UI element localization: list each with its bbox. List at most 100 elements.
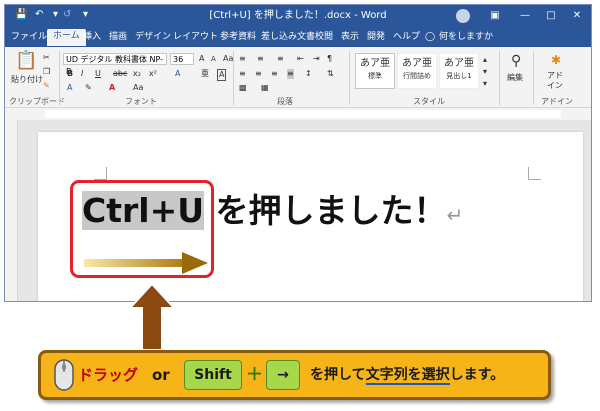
instruction-text: を押して文字列を選択します。 — [310, 365, 504, 385]
tab-insert[interactable]: 挿入 — [83, 30, 101, 47]
tab-layout[interactable]: レイアウト — [173, 30, 218, 47]
bullets-icon[interactable]: ≡ — [239, 54, 246, 64]
underline-button[interactable]: U — [95, 69, 101, 79]
bold-button[interactable]: B — [67, 69, 73, 79]
vertical-ruler[interactable] — [5, 120, 18, 301]
maximize-icon[interactable]: □ — [543, 8, 559, 24]
paste-label[interactable]: 貼り付け — [11, 75, 43, 85]
style-name: 行間詰め — [403, 72, 431, 80]
mouse-icon — [54, 359, 74, 391]
lightbulb-icon: ◯ — [425, 32, 436, 42]
show-marks-icon[interactable]: ¶ — [327, 54, 332, 64]
tab-review[interactable]: 校閲 — [315, 30, 333, 47]
text-effects-icon[interactable]: A — [67, 83, 72, 93]
tab-help[interactable]: ヘルプ — [393, 30, 420, 47]
instruction-target: 文字列を選択 — [365, 367, 450, 385]
case-icon[interactable]: Aa — [133, 83, 143, 93]
tab-home[interactable]: ホーム — [47, 29, 86, 46]
tell-me-input[interactable]: 何をしますか — [439, 30, 493, 47]
align-left-icon[interactable]: ≡ — [239, 69, 246, 79]
shading-icon[interactable]: ▩ — [239, 83, 247, 93]
font-group-label: フォント — [125, 97, 157, 106]
styles-more-icon[interactable]: ▾ — [483, 79, 487, 89]
separator — [499, 51, 500, 105]
ribbon-display-icon[interactable]: ▣ — [487, 8, 503, 24]
style-name: 標準 — [368, 72, 382, 80]
phonetic-guide-button[interactable]: 亜 — [201, 69, 209, 79]
format-painter-icon[interactable]: ✎ — [43, 81, 50, 91]
ribbon-tabs: ファイル ホーム 挿入 描画 デザイン レイアウト 参考資料 差し込み文書 校閲… — [5, 27, 591, 47]
addins-label[interactable]: アド イン — [547, 71, 563, 91]
instruction-post: します。 — [449, 367, 505, 383]
borders-icon[interactable]: ▦ — [261, 83, 269, 93]
margin-marker — [94, 167, 107, 180]
drag-arrow-icon — [84, 252, 208, 274]
minimize-icon[interactable]: — — [517, 8, 533, 24]
margin-marker — [528, 167, 541, 180]
style-heading1[interactable]: あア亜 見出し1 — [439, 53, 479, 89]
style-preview: あア亜 — [360, 58, 390, 69]
line-spacing-icon[interactable]: ↕ — [305, 69, 312, 79]
align-right-icon[interactable]: ≡ — [271, 69, 278, 79]
grow-font-button[interactable]: A — [199, 54, 204, 64]
search-icon[interactable]: ⚲ — [511, 53, 521, 69]
cut-icon[interactable]: ✂ — [43, 53, 50, 63]
tab-view[interactable]: 表示 — [341, 30, 359, 47]
strikethrough-button[interactable]: abc — [113, 69, 127, 79]
font-size-input[interactable]: 36 — [170, 53, 194, 65]
addins-group-label: アドイン — [541, 97, 573, 106]
tab-mailings[interactable]: 差し込み文書 — [261, 30, 315, 47]
font-color-icon[interactable]: A — [109, 83, 115, 93]
paragraph-group-label: 段落 — [277, 97, 293, 106]
subscript-button[interactable]: x₂ — [133, 69, 141, 79]
tab-developer[interactable]: 開発 — [367, 30, 385, 47]
editing-label[interactable]: 編集 — [507, 73, 523, 83]
char-border-button[interactable]: A — [217, 69, 227, 81]
ribbon: 📋 貼り付け ✂ ❐ ✎ クリップボード UD デジタル 教科書体 NP-B 3… — [5, 47, 591, 108]
close-icon[interactable]: ✕ — [569, 8, 585, 24]
window-title: [Ctrl+U] を押しました！.docx - Word — [209, 10, 387, 21]
drag-label: ドラッグ — [78, 366, 139, 384]
numbering-icon[interactable]: ≡ — [257, 54, 264, 64]
change-case-button[interactable]: Aa — [223, 54, 233, 64]
italic-button[interactable]: I — [81, 69, 83, 79]
highlight-icon[interactable]: ✎ — [85, 83, 92, 93]
right-arrow-key: → — [266, 360, 300, 390]
document-text[interactable]: を押しました！ — [204, 191, 447, 230]
style-preview: あア亜 — [444, 58, 474, 69]
tab-references[interactable]: 参考資料 — [220, 30, 256, 47]
align-center-icon[interactable]: ≡ — [255, 69, 262, 79]
plus-label: ＋ — [246, 365, 263, 385]
style-name: 見出し1 — [446, 72, 472, 80]
avatar[interactable] — [456, 9, 470, 23]
superscript-button[interactable]: x² — [149, 69, 157, 79]
title-bar: 💾 ↶ ▾ ↺ ▾ [Ctrl+U] を押しました！.docx - Word ▣… — [5, 5, 591, 27]
style-no-spacing[interactable]: あア亜 行間詰め — [397, 53, 437, 89]
style-normal[interactable]: あア亜 標準 — [355, 53, 395, 89]
styles-group-label: スタイル — [413, 97, 445, 106]
multilevel-icon[interactable]: ≡ — [277, 54, 284, 64]
styles-scroll-down-icon[interactable]: ▾ — [483, 67, 487, 77]
tab-file[interactable]: ファイル — [11, 30, 47, 47]
sort-icon[interactable]: ⇅ — [327, 69, 334, 79]
shift-key: Shift — [184, 360, 242, 390]
copy-icon[interactable]: ❐ — [43, 67, 50, 77]
separator — [233, 51, 234, 105]
addins-icon[interactable]: ✱ — [551, 53, 561, 67]
styles-scroll-up-icon[interactable]: ▴ — [483, 55, 487, 65]
justify-icon[interactable]: ≡ — [287, 69, 294, 79]
style-preview: あア亜 — [402, 58, 432, 69]
ruler-track — [45, 110, 561, 118]
paste-icon[interactable]: 📋 — [15, 51, 37, 71]
separator — [59, 51, 60, 105]
tab-design[interactable]: デザイン — [135, 30, 171, 47]
clipboard-group-label: クリップボード — [9, 97, 65, 106]
or-label: or — [152, 366, 170, 384]
paragraph-mark: ↵ — [446, 203, 464, 227]
tab-draw[interactable]: 描画 — [109, 30, 127, 47]
font-name-input[interactable]: UD デジタル 教科書体 NP-B — [63, 53, 167, 76]
decrease-indent-icon[interactable]: ⇤ — [297, 54, 304, 64]
text-effects-button[interactable]: A — [175, 69, 180, 79]
increase-indent-icon[interactable]: ⇥ — [313, 54, 320, 64]
shrink-font-button[interactable]: A — [211, 54, 216, 64]
